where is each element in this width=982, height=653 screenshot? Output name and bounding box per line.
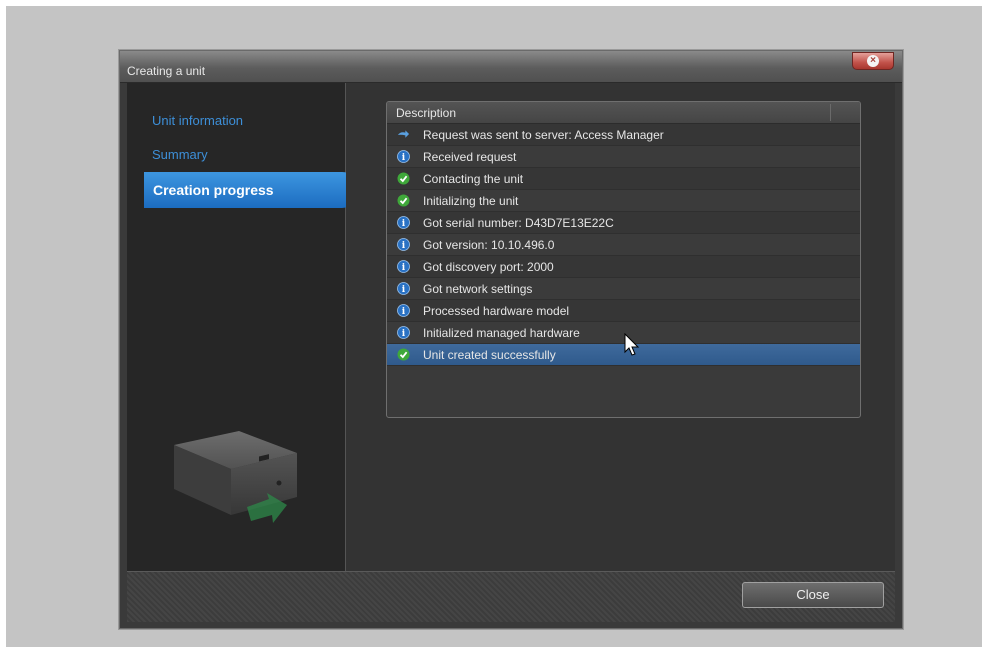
check-icon: [397, 194, 410, 207]
check-icon: [397, 348, 410, 361]
close-icon: ×: [867, 55, 879, 67]
grid-rows: Request was sent to server: Access Manag…: [387, 124, 860, 366]
progress-log-grid: Description Request was sent to server: …: [386, 101, 861, 418]
info-icon: i: [397, 326, 410, 339]
hardware-unit-icon: [174, 431, 297, 523]
wizard-sidebar: Unit information Summary Creation progre…: [127, 83, 358, 571]
svg-text:i: i: [402, 263, 406, 273]
info-icon: i: [397, 238, 410, 251]
info-icon: i: [397, 216, 410, 229]
svg-text:i: i: [402, 153, 406, 163]
table-row[interactable]: Request was sent to server: Access Manag…: [387, 124, 860, 146]
wizard-content: Description Request was sent to server: …: [346, 83, 895, 571]
row-description: Received request: [423, 150, 517, 164]
check-icon: [397, 172, 410, 185]
table-row[interactable]: Contacting the unit: [387, 168, 860, 190]
row-description: Got discovery port: 2000: [423, 260, 554, 274]
table-row[interactable]: i Got network settings: [387, 278, 860, 300]
row-description: Request was sent to server: Access Manag…: [423, 128, 664, 142]
dialog-titlebar: Creating a unit ×: [120, 51, 902, 83]
mouse-cursor-icon: [624, 333, 640, 356]
row-description: Got network settings: [423, 282, 533, 296]
sidebar-item-creation-progress[interactable]: Creation progress: [144, 172, 358, 208]
svg-text:i: i: [402, 307, 406, 317]
table-row[interactable]: i Got discovery port: 2000: [387, 256, 860, 278]
info-icon: i: [397, 304, 410, 317]
table-row[interactable]: i Got serial number: D43D7E13E22C: [387, 212, 860, 234]
row-description: Got version: 10.10.496.0: [423, 238, 555, 252]
sidebar-item-summary[interactable]: Summary: [152, 147, 208, 162]
row-description: Unit created successfully: [423, 348, 556, 362]
arrow-right-icon: [397, 128, 410, 141]
row-description: Got serial number: D43D7E13E22C: [423, 216, 614, 230]
info-icon: i: [397, 150, 410, 163]
sidebar-item-unit-information[interactable]: Unit information: [152, 113, 243, 128]
table-row[interactable]: i Processed hardware model: [387, 300, 860, 322]
row-description: Contacting the unit: [423, 172, 524, 186]
table-row[interactable]: i Received request: [387, 146, 860, 168]
svg-text:i: i: [402, 241, 406, 251]
column-header-description[interactable]: Description: [396, 106, 456, 120]
table-row[interactable]: i Got version: 10.10.496.0: [387, 234, 860, 256]
close-button[interactable]: Close: [742, 582, 884, 608]
row-description: Initializing the unit: [423, 194, 519, 208]
column-separator[interactable]: [830, 104, 831, 121]
row-description: Processed hardware model: [423, 304, 570, 318]
svg-text:i: i: [402, 285, 406, 295]
table-row[interactable]: Initializing the unit: [387, 190, 860, 212]
dialog-footer: Close: [127, 571, 895, 622]
creating-unit-dialog: Creating a unit × Unit information Summa…: [119, 50, 903, 629]
window-close-button[interactable]: ×: [852, 52, 894, 70]
info-icon: i: [397, 260, 410, 273]
row-description: Initialized managed hardware: [423, 326, 580, 340]
svg-text:i: i: [402, 219, 406, 229]
grid-header: Description: [387, 102, 860, 124]
svg-text:i: i: [402, 329, 406, 339]
info-icon: i: [397, 282, 410, 295]
dialog-title: Creating a unit: [127, 64, 206, 78]
